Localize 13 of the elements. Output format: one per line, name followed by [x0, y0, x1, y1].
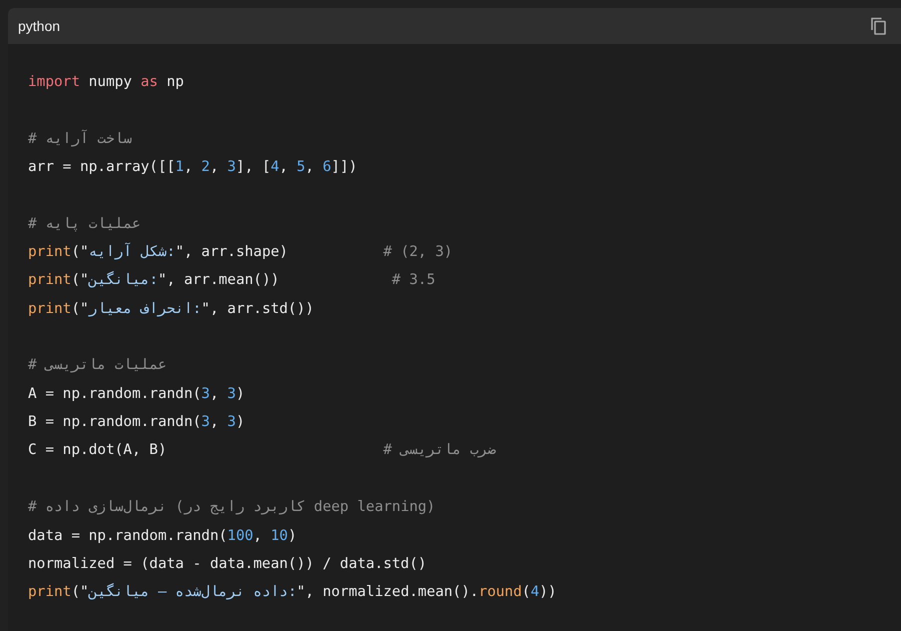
code-line: B = np.random.randn(3, 3): [28, 413, 245, 432]
code-line: normalized = (data - data.mean()) / data.std(): [28, 554, 427, 574]
code-line: arr = np.array([[1, 2, 3], [4, 5, 6]]): [28, 158, 358, 178]
code-line: A = np.random.randn(3, 3): [28, 384, 245, 404]
copy-button[interactable]: [871, 17, 887, 35]
code-line: # عملیات پایه: [28, 214, 141, 234]
code-line: import numpy as np: [28, 73, 184, 92]
code-line: data = np.random.randn(100, 10): [28, 526, 297, 546]
code-line: # عملیات ماتریسی: [28, 356, 167, 376]
code-line: # ساخت آرایه: [28, 128, 132, 149]
code-line: # نرمال‌سازی داده (کاربرد رایج در deep learning): [28, 498, 436, 518]
language-label: python: [18, 18, 60, 34]
copy-icon: [871, 17, 887, 35]
